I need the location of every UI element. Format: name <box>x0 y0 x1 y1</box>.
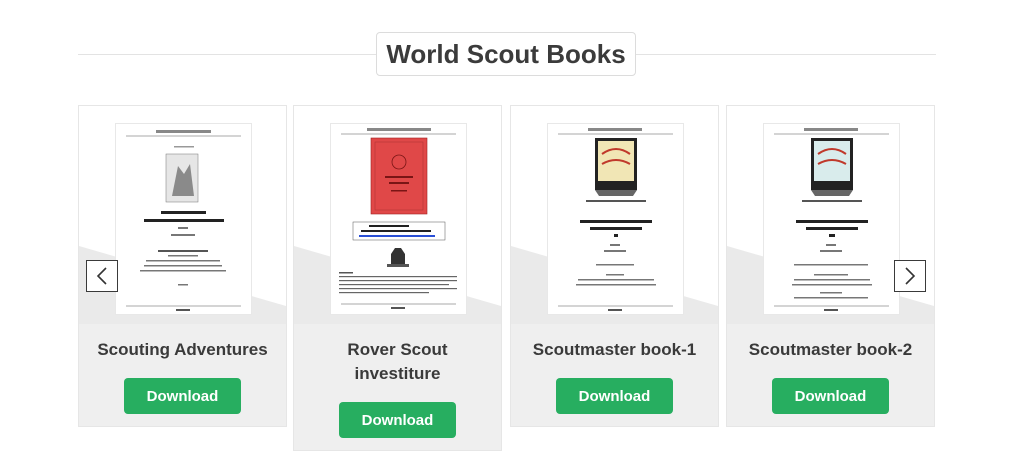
chevron-right-icon <box>905 267 916 285</box>
carousel-prev-button[interactable] <box>86 260 118 292</box>
carousel-next-button[interactable] <box>894 260 926 292</box>
book-cover-page <box>764 124 899 314</box>
download-button[interactable]: Download <box>339 402 456 438</box>
book-card: Rover Scout investiture Download <box>293 105 502 451</box>
section-title: World Scout Books <box>376 32 636 76</box>
download-button[interactable]: Download <box>556 378 673 414</box>
book-title[interactable]: Rover Scout investiture <box>294 338 501 386</box>
chevron-left-icon <box>96 267 107 285</box>
book-cover-page <box>548 124 683 314</box>
book-title[interactable]: Scouting Adventures <box>79 338 286 362</box>
book-thumbnail[interactable] <box>294 106 501 324</box>
book-card: Scoutmaster book-1 Download <box>510 105 719 427</box>
book-title[interactable]: Scoutmaster book-1 <box>511 338 718 362</box>
book-title[interactable]: Scoutmaster book-2 <box>727 338 934 362</box>
book-cover-page <box>331 124 466 314</box>
book-thumbnail[interactable] <box>511 106 718 324</box>
section-header: World Scout Books <box>78 32 936 76</box>
book-cover-page <box>116 124 251 314</box>
download-button[interactable]: Download <box>124 378 241 414</box>
download-button[interactable]: Download <box>772 378 889 414</box>
